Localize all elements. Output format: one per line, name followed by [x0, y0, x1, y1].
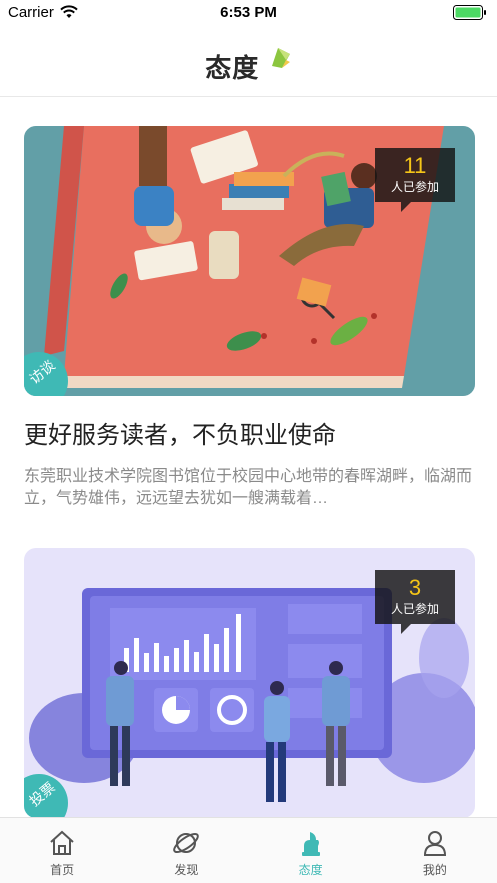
article-card[interactable]: 11 人已参加 访谈 更好服务读者，不负职业使命 东莞职业技术学院图书馆位于校园… — [24, 126, 475, 510]
attitude-icon — [296, 828, 326, 858]
participant-count-badge: 3 人已参加 — [375, 570, 455, 634]
card-description: 东莞职业技术学院图书馆位于校园中心地带的春晖湖畔，临湖而立，气势雄伟，远远望去犹… — [24, 468, 473, 507]
category-tag-label: 访谈 — [26, 356, 58, 388]
page-title-text: 态度 — [205, 54, 260, 84]
article-feed[interactable]: 11 人已参加 访谈 更好服务读者，不负职业使命 东莞职业技术学院图书馆位于校园… — [0, 97, 497, 817]
planet-icon — [171, 828, 201, 858]
user-icon — [420, 828, 450, 858]
navigation-bar: 态度 — [0, 26, 497, 97]
participant-count-badge: 11 人已参加 — [375, 148, 455, 212]
participant-count: 11 — [403, 153, 427, 178]
card-cover-image[interactable]: 11 人已参加 访谈 — [24, 126, 475, 396]
tab-mine-label: 我的 — [422, 863, 447, 877]
card-cover-image[interactable]: 3 人已参加 投票 — [24, 548, 475, 817]
tab-bar: 首页 发现 态度 我的 — [0, 817, 497, 883]
category-tag-label: 投票 — [26, 778, 58, 810]
home-icon — [47, 828, 77, 858]
tab-home-label: 首页 — [50, 863, 75, 877]
tab-discover[interactable]: 发现 — [124, 818, 248, 883]
status-bar: Carrier 6:53 PM — [0, 0, 497, 26]
tab-discover-label: 发现 — [174, 863, 199, 877]
tab-home[interactable]: 首页 — [0, 818, 124, 883]
tab-attitude-label: 态度 — [298, 863, 323, 877]
article-card[interactable]: 3 人已参加 投票 — [24, 548, 475, 817]
logo-icon — [266, 44, 292, 75]
clock: 6:53 PM — [220, 4, 277, 21]
tab-mine[interactable]: 我的 — [373, 818, 497, 883]
tab-attitude[interactable]: 态度 — [249, 818, 373, 883]
participant-count: 3 — [408, 575, 422, 600]
page-title: 态度 — [0, 48, 497, 85]
card-title[interactable]: 更好服务读者，不负职业使命 — [24, 420, 475, 452]
participant-label: 人已参加 — [390, 180, 439, 194]
battery-icon — [453, 5, 487, 20]
participant-label: 人已参加 — [390, 602, 439, 616]
